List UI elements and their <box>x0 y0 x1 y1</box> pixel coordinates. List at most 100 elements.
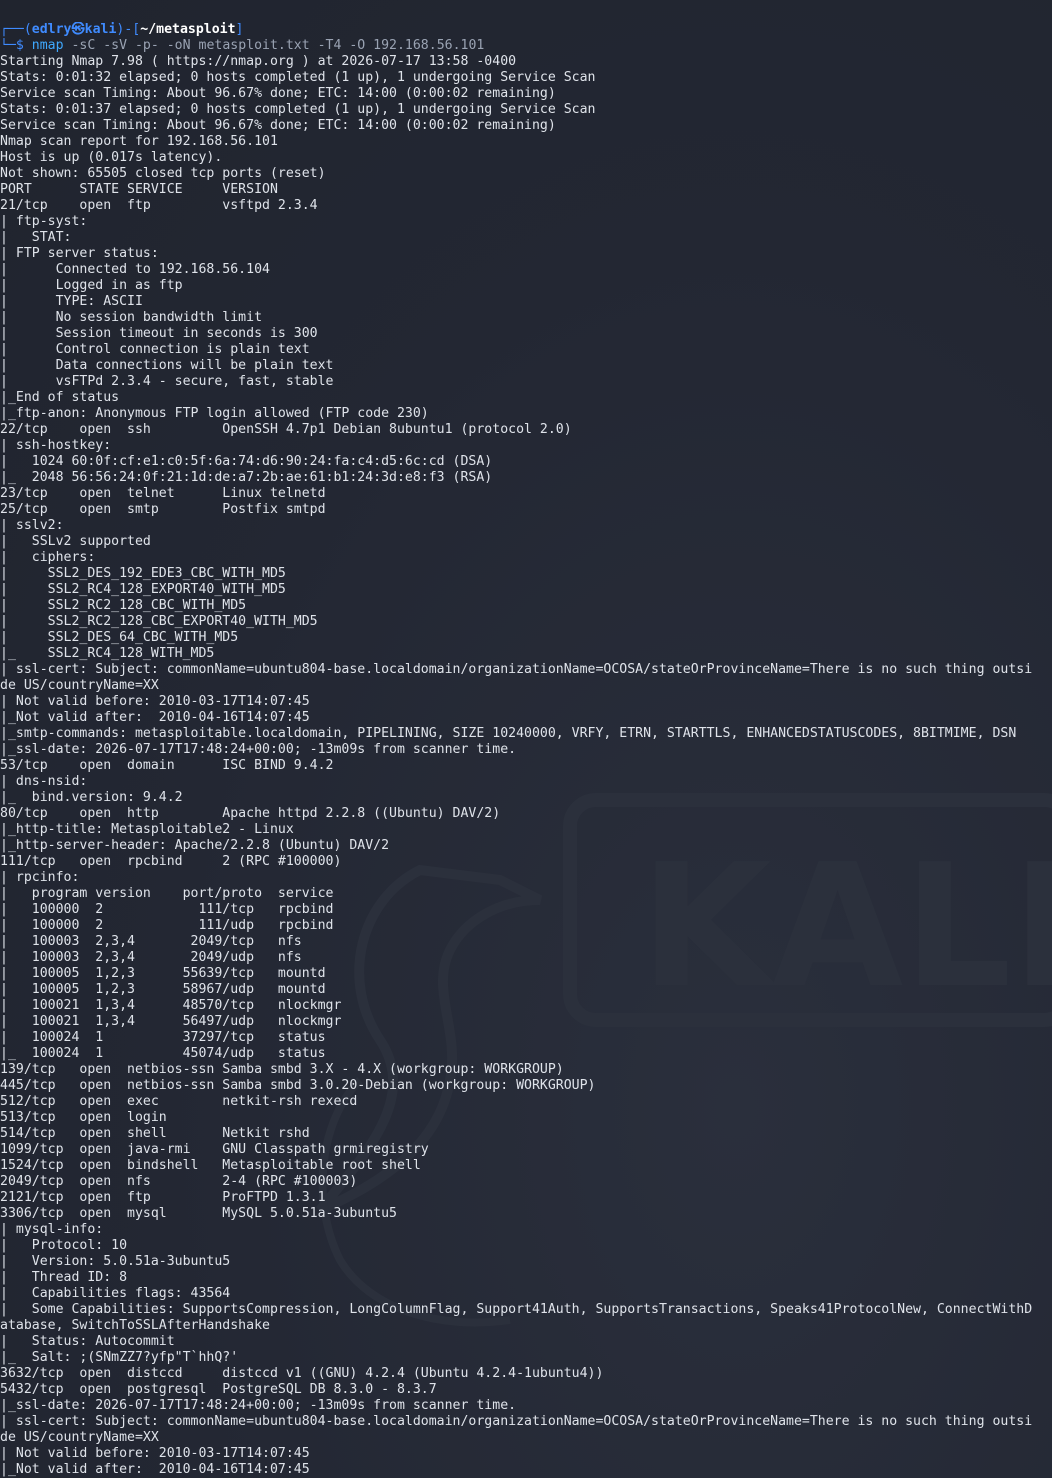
output-line: | 100000 2 111/tcp rpcbind <box>0 902 334 917</box>
output-line: | SSL2_RC2_128_CBC_WITH_MD5 <box>0 598 247 613</box>
output-line: | 100005 1,2,3 55639/tcp mountd <box>0 966 326 981</box>
output-line: |_Not valid after: 2010-04-16T14:07:45 <box>0 710 310 725</box>
output-line: 1099/tcp open java-rmi GNU Classpath grm… <box>0 1142 429 1157</box>
prompt-header: ┌──(edlry㉿kali)-[~/metasploit] <box>0 22 1052 38</box>
output-line: |_http-server-header: Apache/2.2.8 (Ubun… <box>0 838 390 853</box>
output-line: | SSL2_DES_192_EDE3_CBC_WITH_MD5 <box>0 566 286 581</box>
output-line: | Capabilities flags: 43564 <box>0 1286 231 1301</box>
output-line: | FTP server status: <box>0 246 159 261</box>
output-line: de US/countryName=XX <box>0 678 159 693</box>
output-line: | Not valid before: 2010-03-17T14:07:45 <box>0 694 310 709</box>
prompt-user-host: edlry㉿kali <box>31 22 117 37</box>
output-line: |_ftp-anon: Anonymous FTP login allowed … <box>0 406 429 421</box>
output-line: Stats: 0:01:32 elapsed; 0 hosts complete… <box>0 70 596 85</box>
output-line: | SSLv2 supported <box>0 534 151 549</box>
output-line: 445/tcp open netbios-ssn Samba smbd 3.0.… <box>0 1078 596 1093</box>
output-line: | 1024 60:0f:cf:e1:c0:5f:6a:74:d6:90:24:… <box>0 454 493 469</box>
output-line: | ciphers: <box>0 550 96 565</box>
output-line: |_http-title: Metasploitable2 - Linux <box>0 822 294 837</box>
output-line: | Version: 5.0.51a-3ubuntu5 <box>0 1254 231 1269</box>
output-line: 23/tcp open telnet Linux telnetd <box>0 486 326 501</box>
output-line: | Thread ID: 8 <box>0 1270 128 1285</box>
output-line: | 100005 1,2,3 58967/udp mountd <box>0 982 326 997</box>
command-line[interactable]: └─$ nmap -sC -sV -p- -oN metasploit.txt … <box>0 38 1052 54</box>
output-line: |_ 2048 56:56:24:0f:21:1d:de:a7:2b:ae:61… <box>0 470 493 485</box>
output-line: |_ Salt: ;(SNmZZ7?yfp"T`hhQ?' <box>0 1350 239 1365</box>
output-line: | Not valid before: 2010-03-17T14:07:45 <box>0 1446 310 1461</box>
output-line: Service scan Timing: About 96.67% done; … <box>0 86 556 101</box>
output-line: |_smtp-commands: metasploitable.localdom… <box>0 726 1017 741</box>
output-line: |_ 100024 1 45074/udp status <box>0 1046 326 1061</box>
output-line: |_End of status <box>0 390 120 405</box>
output-line: 512/tcp open exec netkit-rsh rexecd <box>0 1094 358 1109</box>
prompt-close: ] <box>235 22 244 37</box>
output-line: | ssl-cert: Subject: commonName=ubuntu80… <box>0 662 1033 677</box>
output-line: Starting Nmap 7.98 ( https://nmap.org ) … <box>0 54 517 69</box>
output-line: | sslv2: <box>0 518 64 533</box>
output-line: 2049/tcp open nfs 2-4 (RPC #100003) <box>0 1174 358 1189</box>
output-line: | dns-nsid: <box>0 774 88 789</box>
command-name: nmap <box>31 38 64 53</box>
output-line: | 100000 2 111/udp rpcbind <box>0 918 334 933</box>
output-line: | 100021 1,3,4 56497/udp nlockmgr <box>0 1014 342 1029</box>
output-line: | 100024 1 37297/tcp status <box>0 1030 326 1045</box>
output-line: | program version port/proto service <box>0 886 334 901</box>
output-line: Not shown: 65505 closed tcp ports (reset… <box>0 166 326 181</box>
output-line: | Protocol: 10 <box>0 1238 128 1253</box>
output-line: | SSL2_RC2_128_CBC_EXPORT40_WITH_MD5 <box>0 614 318 629</box>
output-line: | SSL2_RC4_128_EXPORT40_WITH_MD5 <box>0 582 286 597</box>
output-line: de US/countryName=XX <box>0 1430 159 1445</box>
output-line: 22/tcp open ssh OpenSSH 4.7p1 Debian 8ub… <box>0 422 572 437</box>
output-line: |_ssl-date: 2026-07-17T17:48:24+00:00; -… <box>0 742 517 757</box>
prompt-arrow: └─$ <box>0 38 32 53</box>
output-line: |_ssl-date: 2026-07-17T17:48:24+00:00; -… <box>0 1398 517 1413</box>
output-line: | TYPE: ASCII <box>0 294 143 309</box>
output-line: | Connected to 192.168.56.104 <box>0 262 270 277</box>
output-line: PORT STATE SERVICE VERSION <box>0 182 278 197</box>
output-line: | ftp-syst: <box>0 214 88 229</box>
terminal-output[interactable]: ┌──(edlry㉿kali)-[~/metasploit] └─$ nmap … <box>0 22 1052 1478</box>
output-line: 53/tcp open domain ISC BIND 9.4.2 <box>0 758 334 773</box>
output-line: |_ SSL2_RC4_128_WITH_MD5 <box>0 646 215 661</box>
output-line: Nmap scan report for 192.168.56.101 <box>0 134 278 149</box>
output-line: 513/tcp open login <box>0 1110 167 1125</box>
output-line: | STAT: <box>0 230 72 245</box>
output-line: | Status: Autocommit <box>0 1334 175 1349</box>
output-line: | Logged in as ftp <box>0 278 183 293</box>
output-line: 2121/tcp open ftp ProFTPD 1.3.1 <box>0 1190 326 1205</box>
output-line: | ssl-cert: Subject: commonName=ubuntu80… <box>0 1414 1033 1429</box>
output-line: 514/tcp open shell Netkit rshd <box>0 1126 310 1141</box>
output-line: Stats: 0:01:37 elapsed; 0 hosts complete… <box>0 102 596 117</box>
output-line: 3306/tcp open mysql MySQL 5.0.51a-3ubunt… <box>0 1206 397 1221</box>
output-line: | 100003 2,3,4 2049/tcp nfs <box>0 934 302 949</box>
output-line: Service scan Timing: About 96.67% done; … <box>0 118 556 133</box>
output-line: | Some Capabilities: SupportsCompression… <box>0 1302 1033 1317</box>
output-line: | SSL2_DES_64_CBC_WITH_MD5 <box>0 630 239 645</box>
output-line: 21/tcp open ftp vsftpd 2.3.4 <box>0 198 318 213</box>
output-line: 80/tcp open http Apache httpd 2.2.8 ((Ub… <box>0 806 501 821</box>
output-line: | 100021 1,3,4 48570/tcp nlockmgr <box>0 998 342 1013</box>
output-line: | No session bandwidth limit <box>0 310 263 325</box>
output-line: | Control connection is plain text <box>0 342 310 357</box>
output-line: | rpcinfo: <box>0 870 80 885</box>
output-line: | 100003 2,3,4 2049/udp nfs <box>0 950 302 965</box>
output-line: | vsFTPd 2.3.4 - secure, fast, stable <box>0 374 334 389</box>
output-line: | ssh-hostkey: <box>0 438 112 453</box>
command-args: -sC -sV -p- -oN metasploit.txt -T4 -O 19… <box>63 38 485 53</box>
output-line: | mysql-info: <box>0 1222 104 1237</box>
output-line: atabase, SwitchToSSLAfterHandshake <box>0 1318 270 1333</box>
prompt-open: ┌──( <box>0 22 32 37</box>
output-line: |_Not valid after: 2010-04-16T14:07:45 <box>0 1462 310 1477</box>
output-line: |_ bind.version: 9.4.2 <box>0 790 183 805</box>
output-line: 139/tcp open netbios-ssn Samba smbd 3.X … <box>0 1062 564 1077</box>
output-line: 25/tcp open smtp Postfix smtpd <box>0 502 326 517</box>
output-line: | Data connections will be plain text <box>0 358 334 373</box>
prompt-separator: )-[ <box>116 22 141 37</box>
output-line: | Session timeout in seconds is 300 <box>0 326 318 341</box>
output-line: 1524/tcp open bindshell Metasploitable r… <box>0 1158 421 1173</box>
command-output: Starting Nmap 7.98 ( https://nmap.org ) … <box>0 54 1052 1478</box>
prompt-cwd: ~/metasploit <box>140 22 236 37</box>
output-line: 111/tcp open rpcbind 2 (RPC #100000) <box>0 854 342 869</box>
output-line: Host is up (0.017s latency). <box>0 150 223 165</box>
output-line: 5432/tcp open postgresql PostgreSQL DB 8… <box>0 1382 437 1397</box>
